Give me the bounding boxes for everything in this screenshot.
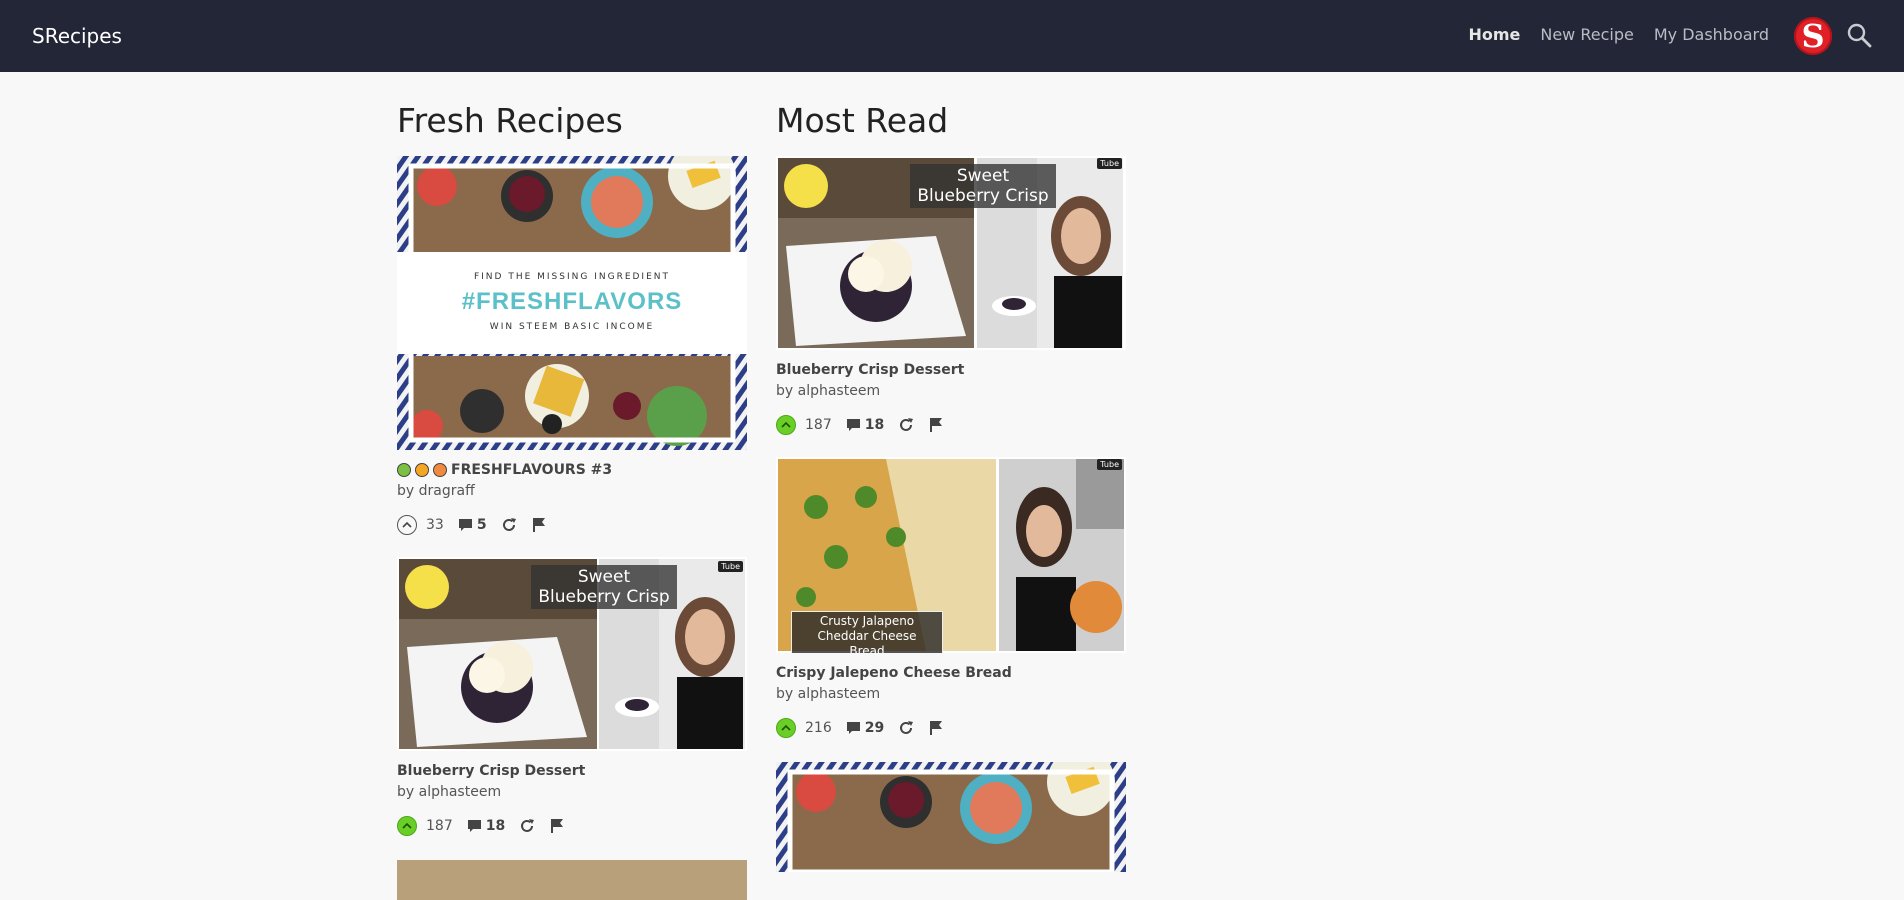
comments-link[interactable]: 18	[467, 818, 505, 834]
vote-count: 187	[426, 818, 453, 834]
comment-count: 5	[476, 517, 487, 533]
comment-icon	[467, 820, 481, 832]
banner-hashtag: #FRESHFLAVORS	[461, 288, 683, 315]
vote-count: 33	[426, 517, 444, 533]
upvote-button[interactable]	[397, 816, 417, 836]
recipe-card[interactable]: Sweet Blueberry Crisp Tube Blueberry Cri…	[397, 557, 747, 838]
upvote-button[interactable]	[397, 515, 417, 535]
fresh-flavors-banner: FIND THE MISSING INGREDIENT #FRESHFLAVOR…	[397, 252, 747, 354]
resteem-icon[interactable]	[898, 417, 914, 433]
chevron-up-icon	[402, 521, 412, 528]
youtube-badge: Tube	[718, 561, 743, 572]
vote-count: 216	[805, 720, 832, 736]
recipe-title[interactable]: Crispy Jalepeno Cheese Bread	[776, 665, 1126, 681]
nav-my-dashboard[interactable]: My Dashboard	[1654, 25, 1769, 44]
thumbnail-overlay-title: Crusty Jalapeno Cheddar Cheese Bread	[791, 611, 943, 653]
flag-icon[interactable]	[928, 417, 944, 433]
thumbnail-overlay-title: Sweet Blueberry Crisp	[910, 164, 1056, 208]
recipe-title[interactable]: Blueberry Crisp Dessert	[397, 763, 747, 779]
resteem-icon[interactable]	[519, 818, 535, 834]
comments-link[interactable]: 29	[846, 720, 884, 736]
flag-icon[interactable]	[928, 720, 944, 736]
fresh-recipes-column: Fresh Recipes FIND THE MISSING INGREDIEN…	[397, 100, 747, 900]
recipe-thumbnail[interactable]	[397, 860, 747, 900]
youtube-badge: Tube	[1097, 459, 1122, 470]
recipe-thumbnail[interactable]: Sweet Blueberry Crisp Tube	[397, 557, 747, 751]
flag-icon[interactable]	[531, 517, 547, 533]
nav-home[interactable]: Home	[1468, 25, 1520, 44]
thumbnail-overlay-title: Sweet Blueberry Crisp	[531, 565, 677, 609]
comment-icon	[458, 519, 472, 531]
comment-count: 29	[864, 720, 885, 736]
recipe-card[interactable]: Crusty Jalapeno Cheddar Cheese Bread Tub…	[776, 457, 1126, 740]
spaghetti-emoji-icon	[433, 463, 447, 477]
recipe-actions: 187 18	[397, 814, 747, 838]
recipe-title[interactable]: Blueberry Crisp Dessert	[776, 362, 1126, 378]
main-nav: Home New Recipe My Dashboard	[1468, 25, 1769, 44]
salad-emoji-icon	[397, 463, 411, 477]
flag-icon[interactable]	[549, 818, 565, 834]
upvote-button[interactable]	[776, 718, 796, 738]
recipe-thumbnail[interactable]: Sweet Blueberry Crisp Tube	[776, 156, 1126, 350]
banner-line-1: FIND THE MISSING INGREDIENT	[473, 272, 671, 282]
resteem-icon[interactable]	[898, 720, 914, 736]
nav-new-recipe[interactable]: New Recipe	[1540, 25, 1633, 44]
chevron-up-icon	[402, 822, 412, 829]
recipe-card[interactable]: Sweet Blueberry Crisp Tube Blueberry Cri…	[776, 156, 1126, 437]
recipe-card[interactable]: FIND THE MISSING INGREDIENT #FRESHFLAVOR…	[397, 156, 747, 537]
comment-icon	[846, 419, 860, 431]
comment-count: 18	[485, 818, 506, 834]
top-navbar: SRecipes Home New Recipe My Dashboard S	[0, 0, 1904, 72]
comments-link[interactable]: 18	[846, 417, 884, 433]
recipe-actions: 187 18	[776, 413, 1126, 437]
recipe-thumbnail[interactable]: FIND THE MISSING INGREDIENT #FRESHFLAVOR…	[397, 156, 747, 450]
vote-count: 187	[805, 417, 832, 433]
orange-emoji-icon	[415, 463, 429, 477]
chevron-up-icon	[781, 421, 791, 428]
recipe-thumbnail[interactable]: Crusty Jalapeno Cheddar Cheese Bread Tub…	[776, 457, 1126, 653]
recipe-thumbnail[interactable]	[776, 762, 1126, 872]
avatar[interactable]: S	[1794, 17, 1832, 55]
recipe-actions: 33 5	[397, 513, 747, 537]
fresh-recipes-heading: Fresh Recipes	[397, 101, 623, 140]
comments-link[interactable]: 5	[458, 517, 487, 533]
recipe-author[interactable]: by alphasteem	[776, 686, 1126, 702]
recipe-title[interactable]: FRESHFLAVOURS #3	[397, 462, 747, 478]
comment-count: 18	[864, 417, 885, 433]
resteem-icon[interactable]	[501, 517, 517, 533]
upvote-button[interactable]	[776, 415, 796, 435]
recipe-author[interactable]: by alphasteem	[776, 383, 1126, 399]
most-read-column: Most Read Sweet Blueberry Crisp Tube Blu…	[776, 100, 1127, 872]
recipe-title-text: FRESHFLAVOURS #3	[451, 462, 613, 478]
youtube-badge: Tube	[1097, 158, 1122, 169]
recipe-author[interactable]: by dragraff	[397, 483, 747, 499]
brand-logo[interactable]: SRecipes	[32, 24, 122, 48]
recipe-author[interactable]: by alphasteem	[397, 784, 747, 800]
banner-line-2: WIN STEEM BASIC INCOME	[489, 322, 655, 332]
chevron-up-icon	[781, 724, 791, 731]
most-read-heading: Most Read	[776, 101, 949, 140]
search-icon[interactable]	[1846, 22, 1872, 48]
comment-icon	[846, 722, 860, 734]
recipe-actions: 216 29	[776, 716, 1126, 740]
